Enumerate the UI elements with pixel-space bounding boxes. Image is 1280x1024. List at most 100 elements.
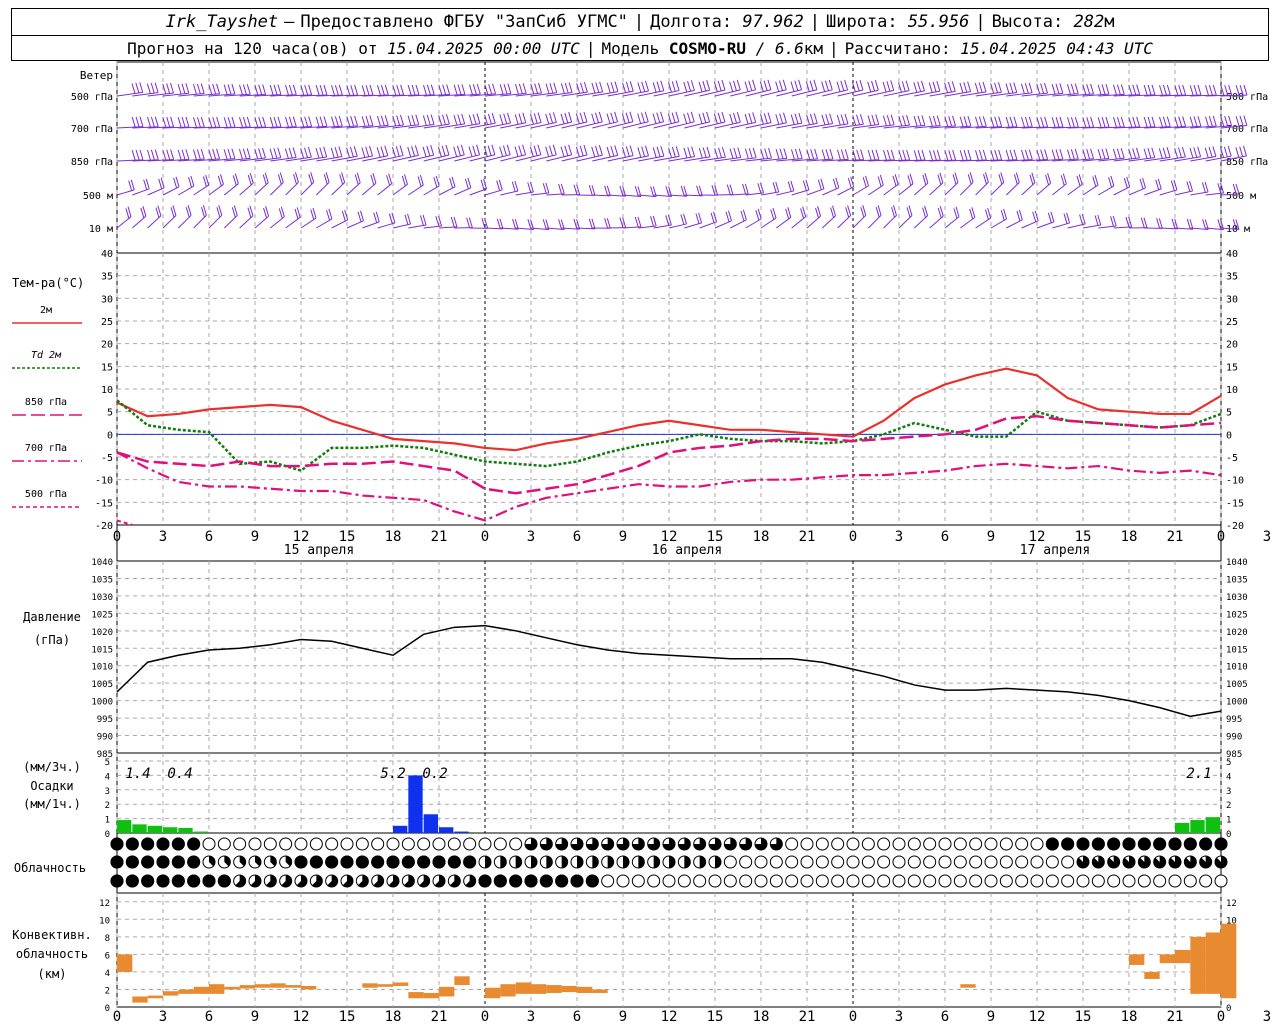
wind-barb-staff: [852, 185, 869, 196]
cloud-symbol-fill: [202, 874, 216, 888]
wind-barb-feather: [323, 116, 328, 127]
wind-barb-feather: [227, 84, 232, 95]
wind-barb-feather: [785, 208, 790, 220]
wind-barb-feather: [867, 81, 872, 93]
wind-barb-feather: [763, 80, 768, 91]
cloud-symbol-fill: [1137, 837, 1151, 851]
wind-barb-feather: [614, 111, 619, 122]
wind-barb-feather: [273, 148, 278, 159]
wind-barb-feather: [798, 112, 803, 124]
wind-barb-feather: [1079, 214, 1084, 225]
wind-barb-feather: [1059, 116, 1064, 128]
wind-barb-feather: [491, 113, 496, 124]
wind-barb-feather: [522, 112, 527, 123]
wind-barb-feather: [817, 179, 822, 190]
temp-tick-right: -10: [1226, 476, 1244, 487]
wind-barb-feather: [1120, 84, 1125, 95]
wind-barb-feather: [401, 175, 406, 187]
precip-tick-right: 0: [1226, 830, 1231, 840]
wind-barb-feather: [982, 149, 987, 161]
cloud-symbol: [447, 837, 461, 851]
temp-tick-left: 15: [101, 362, 113, 373]
cloud-symbol: [355, 837, 369, 851]
cloud-symbol: [233, 837, 247, 851]
cloud-symbol: [708, 874, 722, 888]
wind-barb-feather: [568, 82, 573, 93]
wind-barb-feather: [328, 208, 333, 220]
wind-barb-feather: [331, 116, 335, 127]
wind-barb-staff: [791, 216, 806, 229]
wind-barb-feather: [660, 145, 665, 157]
pressure-tick-right: 1030: [1226, 593, 1248, 603]
wind-barb-feather: [775, 181, 780, 193]
wind-barb-feather: [1158, 218, 1163, 229]
wind-barb-feather: [690, 111, 695, 122]
cloud-symbol: [831, 837, 845, 851]
wind-barb-feather: [411, 146, 416, 157]
temp-tick-left: 5: [107, 408, 113, 419]
cloud-symbol-fill: [1214, 837, 1228, 851]
wind-barb-feather: [844, 113, 849, 125]
wind-barb-feather: [1151, 84, 1156, 95]
wind-barb-feather: [1178, 84, 1183, 96]
pressure-tick-right: 990: [1226, 733, 1242, 743]
cloud-symbol: [754, 874, 768, 888]
wind-barb-feather: [430, 114, 435, 125]
wind-barb-feather: [514, 83, 519, 95]
wind-barb-feather: [1090, 83, 1095, 95]
wind-barb-feather: [1189, 85, 1194, 96]
wind-barb-feather: [932, 115, 937, 127]
wind-barb-feather: [921, 149, 926, 161]
temp-legend-label: 2м: [40, 305, 52, 316]
wind-barb-feather: [492, 83, 497, 95]
conv-bar: [209, 984, 225, 994]
temp-legend-label: Td 2м: [31, 350, 62, 361]
wind-barb-feather: [917, 150, 922, 161]
wind-barb-feather: [404, 174, 408, 185]
pressure-tick-left: 1030: [91, 593, 113, 603]
wind-barb-feather: [483, 146, 488, 157]
cloud-symbol: [861, 855, 875, 869]
wind-barb-feather: [998, 116, 1003, 127]
wind-barb-feather: [422, 146, 427, 158]
wind-barb-feather: [476, 144, 481, 155]
conv-bar: [301, 985, 317, 990]
wind-barb-feather: [805, 179, 810, 191]
wind-barb-feather: [216, 83, 221, 94]
cloud-symbol-fill: [141, 874, 155, 888]
wind-barb-feather: [1063, 213, 1068, 224]
x-tick-label-temp: 0: [113, 529, 121, 545]
wind-barb-feather: [1074, 83, 1079, 94]
x-tick-label-conv: 3: [527, 1009, 535, 1024]
wind-barb-feather: [1059, 83, 1064, 94]
temp-tick-left: 10: [101, 385, 113, 396]
wind-barb-feather: [645, 145, 649, 156]
wind-barb-feather: [537, 144, 542, 155]
wind-barb-feather: [1151, 116, 1156, 127]
wind-barb-feather: [166, 116, 171, 128]
wind-barb-feather: [330, 147, 335, 159]
wind-barb-feather: [192, 84, 197, 95]
wind-barb-feather: [1171, 218, 1176, 229]
wind-barb-feather: [285, 116, 289, 128]
wind-barb-feather: [702, 112, 707, 123]
wind-barb-feather: [1009, 82, 1014, 94]
wind-barb-feather: [558, 183, 563, 195]
cloud-symbol: [417, 837, 431, 851]
wind-barb-feather: [511, 181, 516, 192]
wind-barb-feather: [717, 80, 722, 92]
wind-barb-feather: [1108, 177, 1113, 188]
wind-barb-feather: [665, 186, 670, 197]
wind-barb-feather: [491, 144, 496, 155]
forecast-label: Прогноз на 120 часа(ов) от: [127, 38, 378, 58]
wind-barb-feather: [212, 149, 217, 160]
wind-barb-staff: [760, 89, 787, 97]
wind-barb-feather: [978, 150, 983, 161]
wind-barb-feather: [698, 212, 703, 224]
wind-barb-staff: [1036, 182, 1051, 196]
wind-barb-feather: [131, 150, 136, 161]
wind-barb-feather: [292, 116, 297, 127]
conv-bar: [515, 982, 531, 994]
wind-barb-feather: [917, 81, 922, 92]
wind-barb-staff: [960, 216, 976, 229]
